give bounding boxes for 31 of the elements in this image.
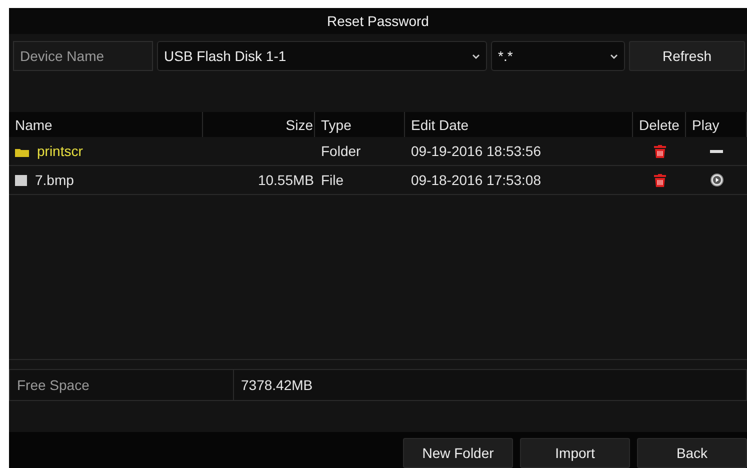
file-filter-dropdown[interactable]: *.* <box>491 41 625 71</box>
free-space-value: 7378.42MB <box>240 376 314 395</box>
caret-icon <box>610 54 618 58</box>
column-header: Type <box>315 112 405 137</box>
device-value: USB Flash Disk 1-1 <box>164 48 286 64</box>
column-header: Edit Date <box>405 112 633 137</box>
device-dropdown[interactable]: USB Flash Disk 1-1 <box>157 41 487 71</box>
edit-date: 09-18-2016 17:53:08 <box>411 172 541 188</box>
file-type: File <box>321 172 344 188</box>
column-header: Play <box>686 112 747 137</box>
caret-icon <box>472 54 480 58</box>
file-size: 10.55MB <box>258 172 314 188</box>
file-name[interactable]: printscr <box>37 143 83 159</box>
window-title: Reset Password <box>327 13 429 29</box>
action-button[interactable]: Back <box>637 438 747 468</box>
column-header: Name <box>9 112 203 137</box>
file-name[interactable]: 7.bmp <box>35 172 74 188</box>
file-type: Folder <box>321 143 361 159</box>
filter-value: *.* <box>498 48 513 64</box>
column-header: Size <box>203 112 315 137</box>
device-name-label: Device Name <box>13 41 153 71</box>
edit-date: 09-19-2016 18:53:56 <box>411 143 541 159</box>
trash-icon[interactable] <box>654 174 666 186</box>
action-button[interactable]: New Folder <box>403 438 513 468</box>
free-space-label: Free Space <box>10 370 234 400</box>
file-icon <box>15 174 27 186</box>
refresh-button[interactable]: Refresh <box>629 41 745 71</box>
play-icon[interactable] <box>710 173 724 187</box>
column-header: Delete <box>633 112 686 137</box>
trash-icon[interactable] <box>654 144 666 158</box>
action-button[interactable]: Import <box>520 438 630 468</box>
